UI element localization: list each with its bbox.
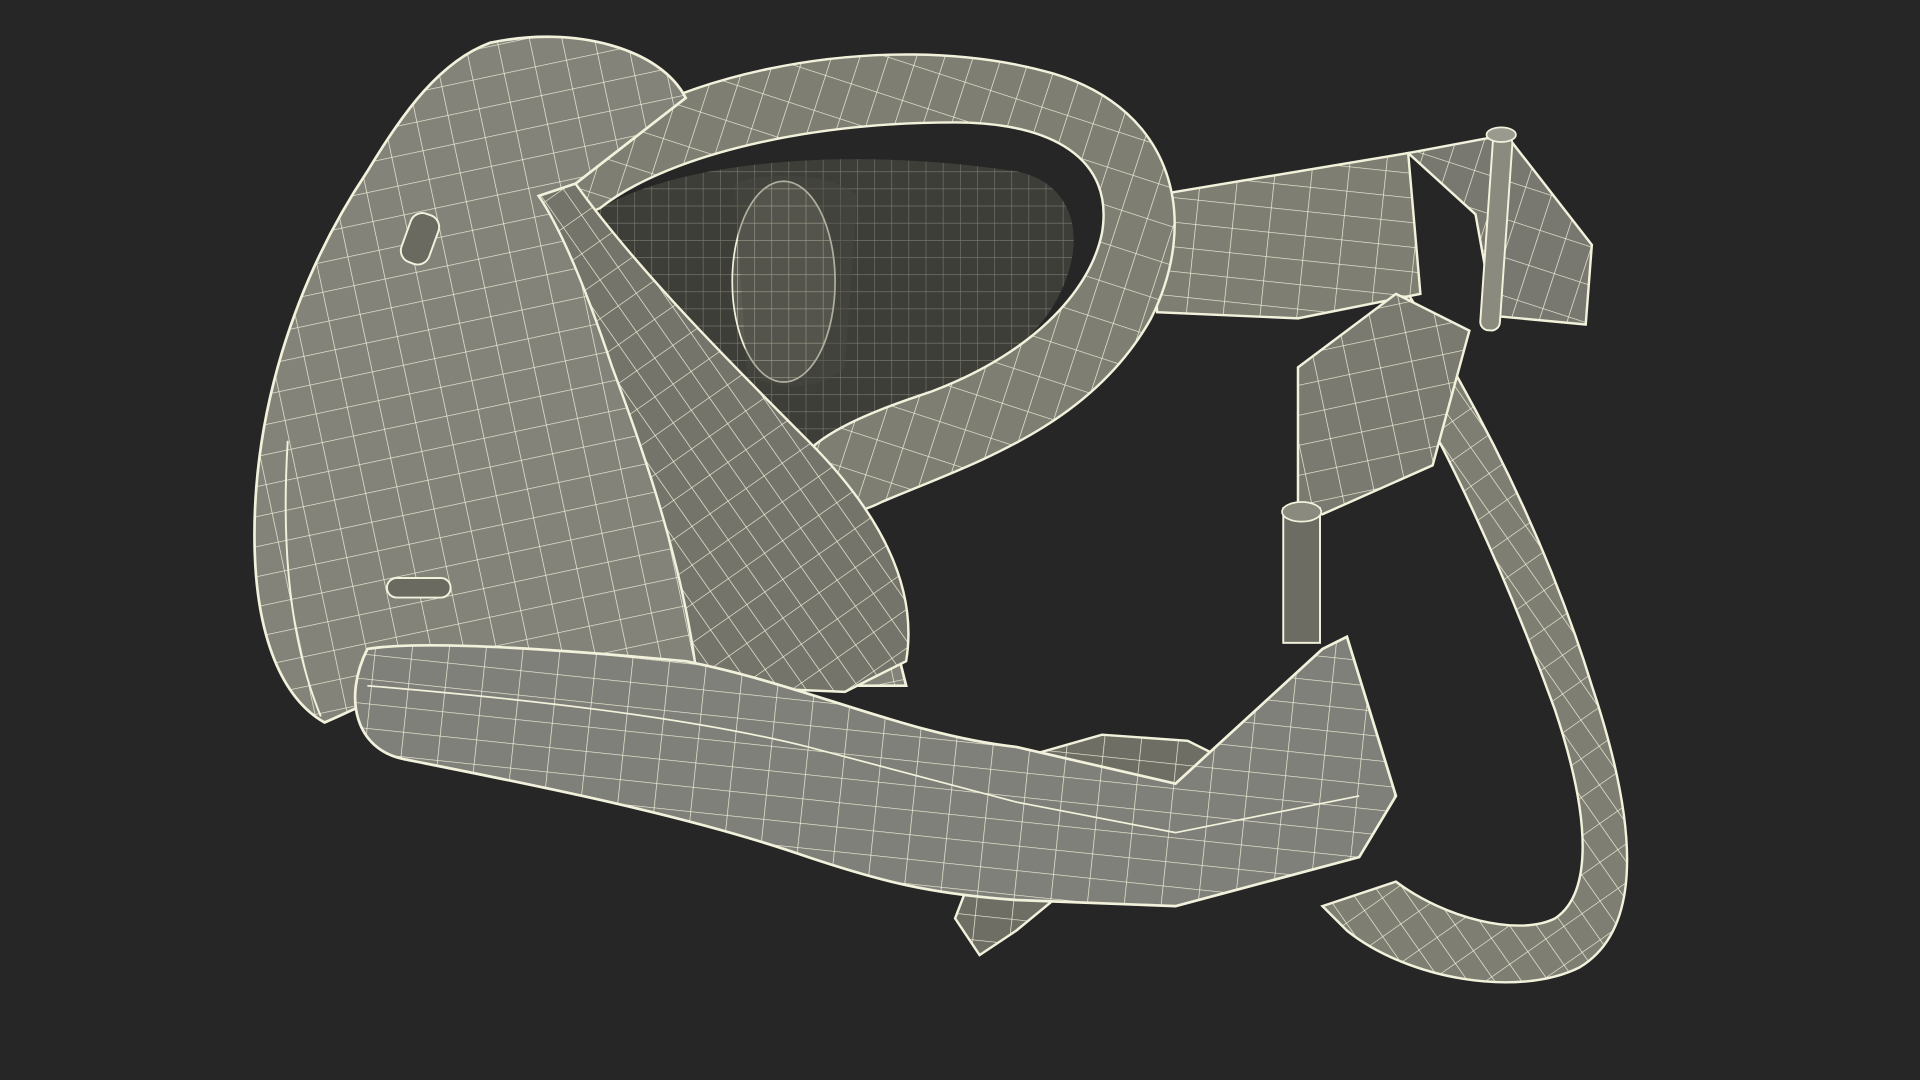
side-strap <box>1281 292 1471 644</box>
headset-model <box>253 35 1629 984</box>
render-viewport <box>0 0 1920 1080</box>
strap-adjuster <box>1405 126 1594 332</box>
top-strap <box>1149 151 1422 320</box>
lens <box>731 175 858 387</box>
side-button <box>385 576 452 599</box>
